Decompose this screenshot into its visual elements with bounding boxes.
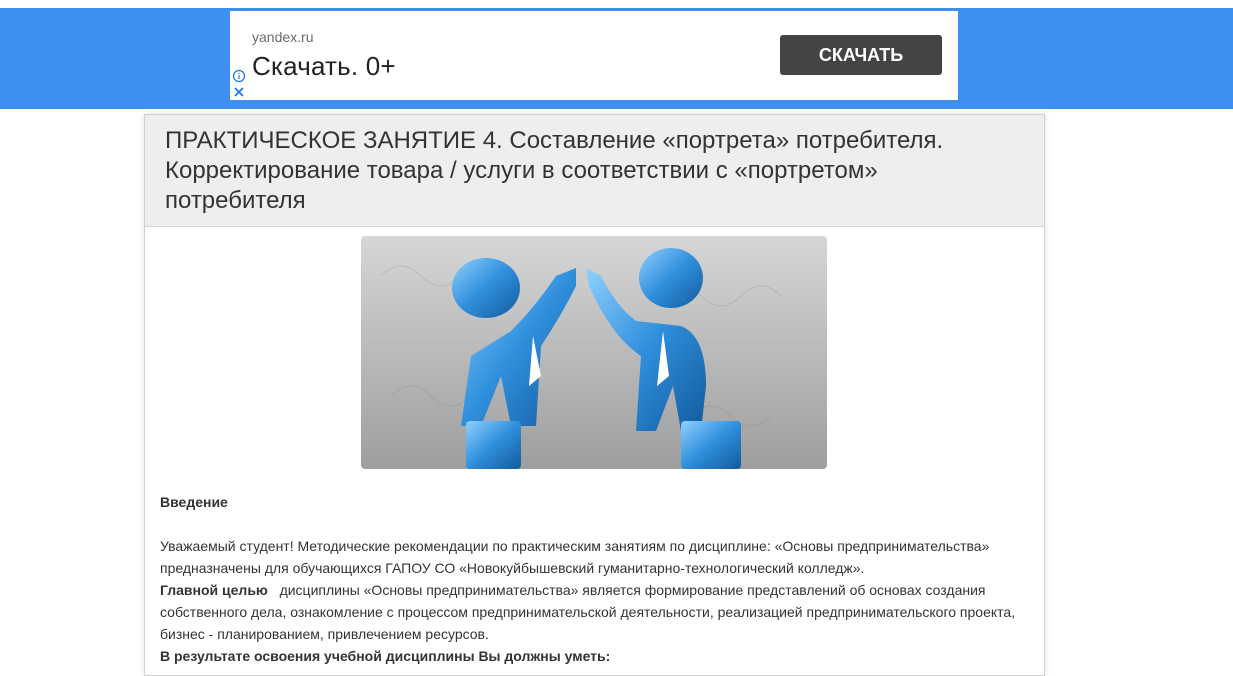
ad-domain[interactable]: yandex.ru bbox=[252, 29, 313, 45]
ad-headline[interactable]: Скачать. 0+ bbox=[252, 51, 396, 82]
ad-card[interactable]: yandex.ru Скачать. 0+ СКАЧАТЬ bbox=[230, 11, 958, 100]
ad-banner: yandex.ru Скачать. 0+ СКАЧАТЬ bbox=[0, 8, 1233, 109]
article-header: ПРАКТИЧЕСКОЕ ЗАНЯТИЕ 4. Составление «пор… bbox=[145, 115, 1044, 227]
goal-label: Главной целью bbox=[160, 582, 268, 598]
goal-paragraph: Главной целью дисциплины «Основы предпри… bbox=[160, 579, 1030, 645]
intro-paragraph: Уважаемый студент! Методические рекоменд… bbox=[160, 538, 990, 576]
page-title: ПРАКТИЧЕСКОЕ ЗАНЯТИЕ 4. Составление «пор… bbox=[165, 127, 944, 214]
hero-image bbox=[361, 236, 827, 469]
article-card: ПРАКТИЧЕСКОЕ ЗАНЯТИЕ 4. Составление «пор… bbox=[144, 114, 1045, 676]
close-icon[interactable] bbox=[232, 85, 246, 99]
goal-text: дисциплины «Основы предпринимательства» … bbox=[160, 582, 1016, 642]
download-button[interactable]: СКАЧАТЬ bbox=[780, 35, 942, 75]
intro-heading: Введение bbox=[160, 494, 228, 510]
info-icon[interactable] bbox=[232, 69, 246, 83]
top-strip bbox=[0, 0, 1233, 8]
